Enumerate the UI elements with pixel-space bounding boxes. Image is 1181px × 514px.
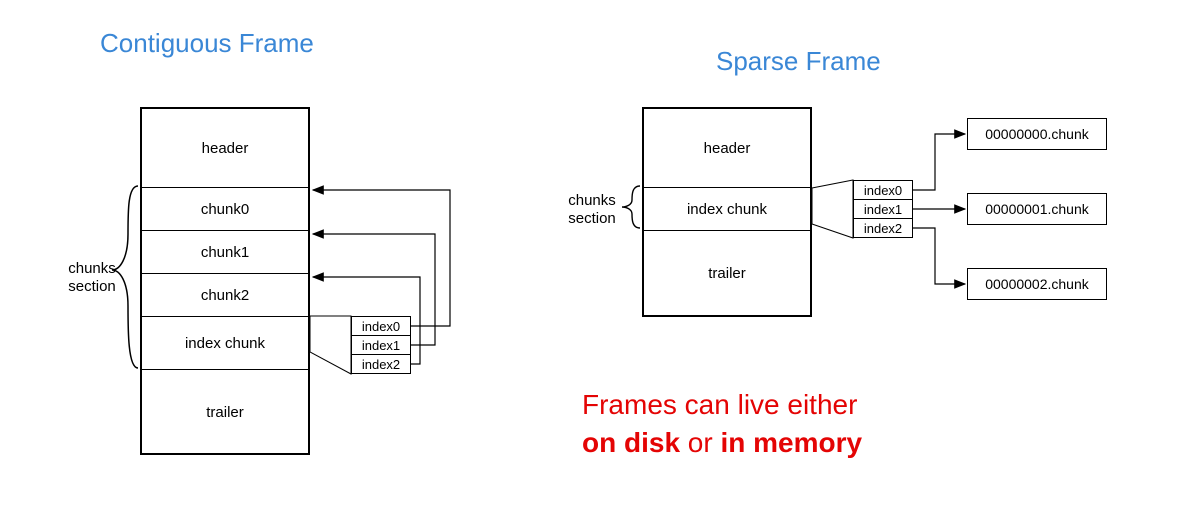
sparse-frame: header index chunk trailer: [642, 107, 812, 317]
sparse-fan: [812, 180, 853, 238]
contiguous-fan: [310, 316, 351, 374]
contiguous-chunk1: chunk1: [141, 230, 309, 274]
label-line1-b: chunks: [568, 192, 616, 209]
contiguous-chunks-section-label: chunks section: [60, 260, 124, 296]
sparse-header: header: [643, 108, 811, 188]
title-sparse: Sparse Frame: [716, 46, 881, 77]
title-contiguous: Contiguous Frame: [100, 28, 314, 59]
sparse-file1: 00000001.chunk: [967, 193, 1107, 225]
arrow-sparse-i2-f2: [913, 228, 965, 284]
contiguous-chunk0: chunk0: [141, 187, 309, 231]
caption: Frames can live either on disk or in mem…: [582, 386, 862, 462]
arrow-index0-to-chunk0: [313, 190, 450, 326]
sparse-chunks-section-label: chunks section: [560, 192, 624, 228]
caption-in-memory: in memory: [720, 427, 862, 458]
label-line1: chunks: [68, 260, 116, 277]
contiguous-index1: index1: [351, 335, 411, 355]
sparse-trailer: trailer: [643, 230, 811, 317]
contiguous-index-chunk: index chunk: [141, 316, 309, 370]
contiguous-index0: index0: [351, 316, 411, 336]
label-line2: section: [68, 278, 116, 295]
sparse-index2: index2: [853, 218, 913, 238]
sparse-file2: 00000002.chunk: [967, 268, 1107, 300]
caption-line1: Frames can live either: [582, 389, 857, 420]
contiguous-trailer: trailer: [141, 369, 309, 455]
sparse-file0: 00000000.chunk: [967, 118, 1107, 150]
contiguous-frame: header chunk0 chunk1 chunk2 index chunk …: [140, 107, 310, 455]
sparse-index-chunk: index chunk: [643, 187, 811, 231]
label-line2-b: section: [568, 210, 616, 227]
caption-or: or: [680, 427, 720, 458]
contiguous-chunk2: chunk2: [141, 273, 309, 317]
caption-on-disk: on disk: [582, 427, 680, 458]
contiguous-index2: index2: [351, 354, 411, 374]
arrow-sparse-i0-f0: [913, 134, 965, 190]
sparse-index0: index0: [853, 180, 913, 200]
contiguous-header: header: [141, 108, 309, 188]
sparse-brace: [622, 186, 640, 228]
sparse-index1: index1: [853, 199, 913, 219]
